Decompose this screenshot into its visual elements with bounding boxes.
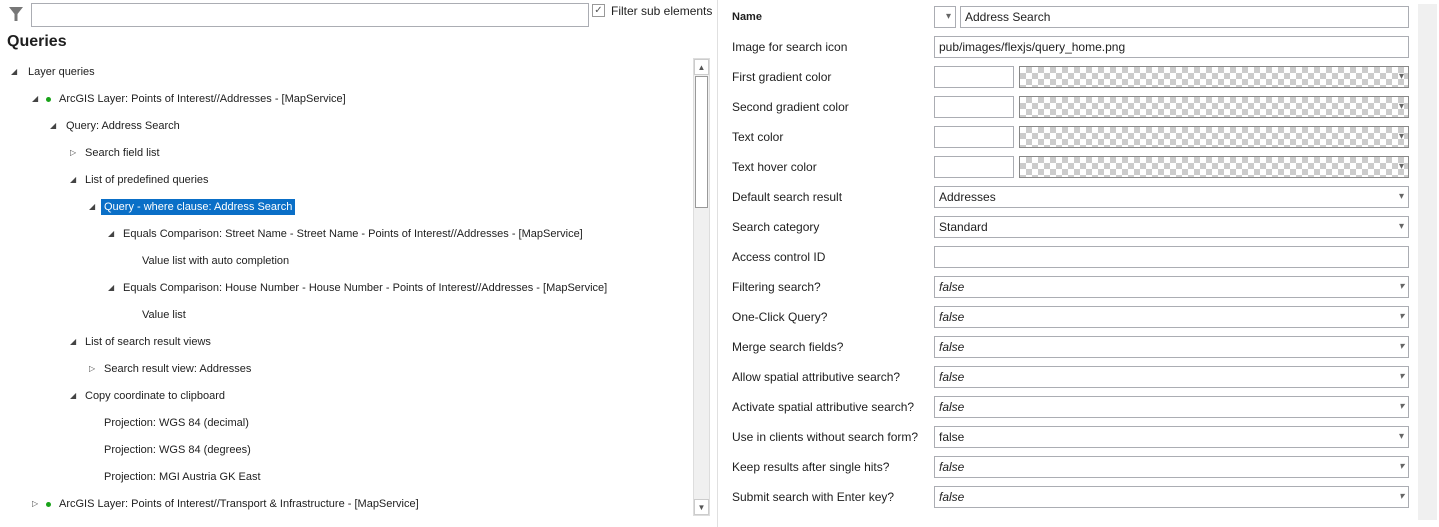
property-select[interactable]: false xyxy=(934,456,1409,478)
collapse-arrow-icon[interactable]: ▷ xyxy=(70,143,76,163)
property-text-input[interactable]: pub/images/flexjs/query_home.png xyxy=(934,36,1409,58)
property-label: Allow spatial attributive search? xyxy=(732,370,901,384)
expand-arrow-icon[interactable]: ◢ xyxy=(70,332,76,352)
tree-item-label: List of search result views xyxy=(85,336,211,348)
filter-sub-elements-checkbox[interactable]: ✓ xyxy=(592,4,605,17)
property-label: Name xyxy=(732,11,762,23)
tree-item-label: Query: Address Search xyxy=(66,120,180,132)
property-select[interactable]: false xyxy=(934,366,1409,388)
property-select[interactable]: Standard xyxy=(934,216,1409,238)
name-input[interactable]: Address Search xyxy=(960,6,1409,28)
collapse-arrow-icon[interactable]: ▷ xyxy=(32,494,38,514)
color-picker-dropdown[interactable] xyxy=(1019,156,1409,178)
page-title: Queries xyxy=(7,33,67,50)
filter-sub-elements-label: Filter sub elements xyxy=(611,4,713,18)
color-picker-dropdown[interactable] xyxy=(1019,66,1409,88)
property-label: Submit search with Enter key? xyxy=(732,490,895,504)
tree-item-label: Layer queries xyxy=(28,66,95,78)
tree-item[interactable]: ◢ Copy coordinate to clipboard xyxy=(0,386,690,406)
property-label: Filtering search? xyxy=(732,280,821,294)
tree-item-label: Value list with auto completion xyxy=(142,255,290,267)
tree-item-label: ArcGIS Layer: Points of Interest//Transp… xyxy=(59,498,419,510)
tree-item-label: Equals Comparison: House Number - House … xyxy=(123,282,608,294)
property-label: One-Click Query? xyxy=(732,310,828,324)
expand-arrow-icon[interactable]: ◢ xyxy=(11,62,17,82)
property-label: Default search result xyxy=(732,190,843,204)
scroll-thumb[interactable] xyxy=(695,76,708,208)
property-label: Image for search icon xyxy=(732,40,848,54)
tree-item[interactable]: Projection: WGS 84 (decimal) xyxy=(0,413,690,433)
name-dropdown-button[interactable] xyxy=(934,6,956,28)
tree-item[interactable]: ◢ Equals Comparison: Street Name - Street… xyxy=(0,224,690,244)
panel-divider[interactable] xyxy=(717,0,718,527)
property-select[interactable]: Addresses xyxy=(934,186,1409,208)
status-dot-icon xyxy=(46,97,51,102)
property-label: Second gradient color xyxy=(732,100,849,114)
tree-item[interactable]: Projection: MGI Austria GK East xyxy=(0,467,690,487)
expand-arrow-icon[interactable]: ◢ xyxy=(70,170,76,190)
tree-item[interactable]: ▷ ArcGIS Layer: Points of Interest//Trans… xyxy=(0,494,690,514)
tree-item-label: Search result view: Addresses xyxy=(104,363,252,375)
color-picker-dropdown[interactable] xyxy=(1019,96,1409,118)
tree-item-label: List of predefined queries xyxy=(85,174,209,186)
property-label: Search category xyxy=(732,220,820,234)
expand-arrow-icon[interactable]: ◢ xyxy=(108,224,114,244)
property-select[interactable]: false xyxy=(934,336,1409,358)
tree-item[interactable]: Value list xyxy=(0,305,690,325)
expand-arrow-icon[interactable]: ◢ xyxy=(32,89,38,109)
tree-item[interactable]: Value list with auto completion xyxy=(0,251,690,271)
property-label: Text hover color xyxy=(732,160,817,174)
property-select[interactable]: false xyxy=(934,276,1409,298)
tree-item-label: Value list xyxy=(142,309,186,321)
tree-item[interactable]: ▷ Search field list xyxy=(0,143,690,163)
color-value-input[interactable] xyxy=(934,156,1014,178)
expand-arrow-icon[interactable]: ◢ xyxy=(89,197,95,217)
tree-scrollbar[interactable]: ▲ ▼ xyxy=(693,58,710,516)
property-label: First gradient color xyxy=(732,70,832,84)
tree-item[interactable]: ◢ List of search result views xyxy=(0,332,690,352)
tree-item[interactable]: ◢ Equals Comparison: House Number - House… xyxy=(0,278,690,298)
expand-arrow-icon[interactable]: ◢ xyxy=(70,386,76,406)
tree-item-label: Copy coordinate to clipboard xyxy=(85,390,226,402)
tree-item[interactable]: ◢ Query - where clause: Address Search xyxy=(0,197,690,217)
property-select[interactable]: false xyxy=(934,426,1409,448)
property-label: Keep results after single hits? xyxy=(732,460,890,474)
status-dot-icon xyxy=(46,502,51,507)
property-select[interactable]: false xyxy=(934,306,1409,328)
property-label: Use in clients without search form? xyxy=(732,430,919,444)
color-value-input[interactable] xyxy=(934,66,1014,88)
tree-item[interactable]: ◢ ArcGIS Layer: Points of Interest//Addre… xyxy=(0,89,690,109)
property-label: Merge search fields? xyxy=(732,340,844,354)
expand-arrow-icon[interactable]: ◢ xyxy=(108,278,114,298)
property-select[interactable]: false xyxy=(934,486,1409,508)
color-value-input[interactable] xyxy=(934,96,1014,118)
property-label: Access control ID xyxy=(732,250,826,264)
collapse-arrow-icon[interactable]: ▷ xyxy=(89,359,95,379)
property-label: Activate spatial attributive search? xyxy=(732,400,915,414)
tree-item-label: Search field list xyxy=(85,147,160,159)
tree-item[interactable]: ◢ Query: Address Search xyxy=(0,116,690,136)
tree-item[interactable]: ◢ List of predefined queries xyxy=(0,170,690,190)
tree-item[interactable]: ◢ Layer queries xyxy=(0,62,690,82)
scroll-down-button[interactable]: ▼ xyxy=(694,499,709,515)
tree-item-label: Projection: WGS 84 (decimal) xyxy=(104,417,249,429)
tree-item-label: Projection: WGS 84 (degrees) xyxy=(104,444,251,456)
property-text-input[interactable] xyxy=(934,246,1409,268)
filter-input[interactable] xyxy=(31,3,589,27)
filter-icon xyxy=(9,7,23,21)
expand-arrow-icon[interactable]: ◢ xyxy=(50,116,56,136)
color-picker-dropdown[interactable] xyxy=(1019,126,1409,148)
property-label: Text color xyxy=(732,130,784,144)
property-scrollbar[interactable] xyxy=(1418,4,1437,520)
tree-item[interactable]: ▷ Search result view: Addresses xyxy=(0,359,690,379)
property-select[interactable]: false xyxy=(934,396,1409,418)
tree-item[interactable]: Projection: WGS 84 (degrees) xyxy=(0,440,690,460)
scroll-up-button[interactable]: ▲ xyxy=(694,59,709,75)
tree-item-label: Query - where clause: Address Search xyxy=(101,199,296,215)
tree-item-label: ArcGIS Layer: Points of Interest//Addres… xyxy=(59,93,346,105)
tree-item-label: Equals Comparison: Street Name - Street … xyxy=(123,228,583,240)
color-value-input[interactable] xyxy=(934,126,1014,148)
tree-item-label: Projection: MGI Austria GK East xyxy=(104,471,261,483)
